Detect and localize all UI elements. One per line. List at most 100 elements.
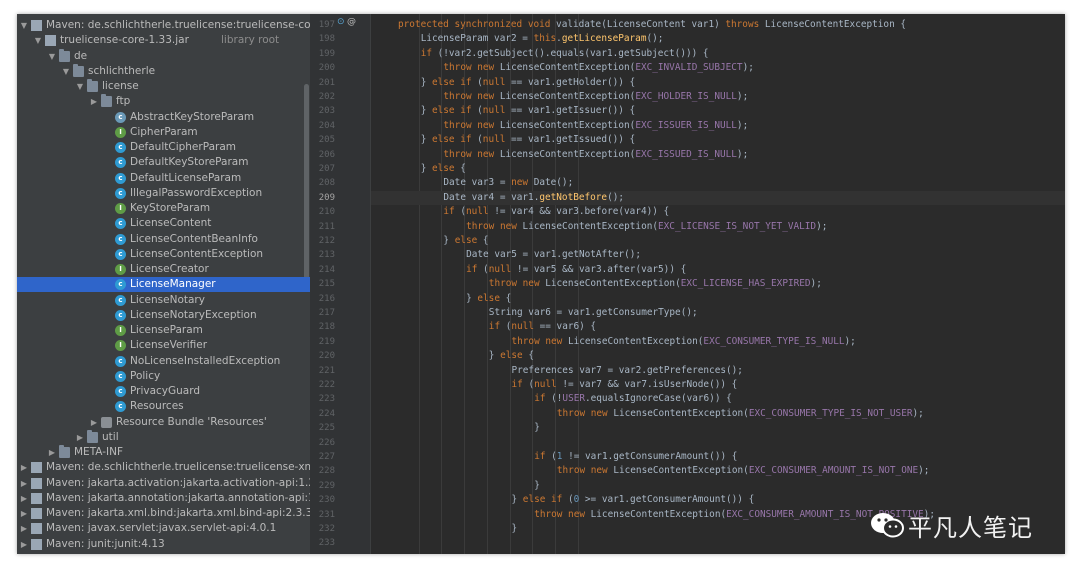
code-line[interactable]: throw new LicenseContentException(EXC_IS… bbox=[443, 119, 748, 133]
tree-item[interactable]: ▶ Maven: javax.servlet:javax.servlet-api:… bbox=[17, 521, 310, 536]
tree-item[interactable]: c Resources bbox=[17, 399, 310, 414]
tree-item[interactable]: ▶ ftp bbox=[17, 94, 310, 109]
tree-item[interactable]: I LicenseCreator bbox=[17, 262, 310, 277]
code-line[interactable]: if (null != var4 && var3.before(var4)) { bbox=[443, 205, 669, 219]
code-line[interactable]: } else { bbox=[466, 292, 511, 306]
tree-item[interactable]: c DefaultKeyStoreParam bbox=[17, 155, 310, 170]
tree-item[interactable]: c LicenseNotary bbox=[17, 293, 310, 308]
tree-item[interactable]: ▶ Maven: jakarta.annotation:jakarta.annot… bbox=[17, 491, 310, 506]
tree-item[interactable]: c DefaultLicenseParam bbox=[17, 171, 310, 186]
tree-item[interactable]: c NoLicenseInstalledException bbox=[17, 354, 310, 369]
tree-item[interactable]: ▶ Maven: de.schlichtherle.truelicense:tru… bbox=[17, 460, 310, 475]
code-line[interactable]: throw new LicenseContentException(EXC_IS… bbox=[443, 148, 748, 162]
tree-item[interactable]: I CipherParam bbox=[17, 125, 310, 140]
code-token: LicenseContentException( bbox=[499, 119, 636, 131]
code-token: EXC_CONSUMER_TYPE_IS_NULL bbox=[703, 335, 845, 347]
tree-item[interactable]: ▶ Resource Bundle 'Resources' bbox=[17, 415, 310, 430]
code-line[interactable]: Date var3 = new Date(); bbox=[443, 176, 573, 190]
tree-item[interactable]: I KeyStoreParam bbox=[17, 201, 310, 216]
tree-item-label: DefaultCipherParam bbox=[130, 141, 236, 153]
code-line[interactable]: throw new LicenseContentException(EXC_LI… bbox=[466, 220, 827, 234]
code-line[interactable]: } else if (null == var1.getHolder()) { bbox=[421, 76, 636, 90]
code-line[interactable]: throw new LicenseContentException(EXC_IN… bbox=[443, 61, 753, 75]
tree-item[interactable]: ▶ Maven: jakarta.xml.bind:jakarta.xml.bin… bbox=[17, 506, 310, 521]
tree-item[interactable]: c DefaultCipherParam bbox=[17, 140, 310, 155]
collapse-arrow-icon[interactable]: ▶ bbox=[19, 537, 29, 552]
code-line[interactable]: throw new LicenseContentException(EXC_CO… bbox=[557, 407, 924, 421]
tree-item[interactable]: ▼ truelicense-core-1.33.jar library root bbox=[17, 33, 310, 48]
code-line[interactable]: } bbox=[534, 479, 540, 493]
expand-arrow-icon[interactable]: ▼ bbox=[19, 18, 29, 33]
tree-item-label: PrivacyGuard bbox=[130, 385, 201, 397]
code-line[interactable]: throw new LicenseContentException(EXC_CO… bbox=[512, 335, 856, 349]
collapse-arrow-icon[interactable]: ▶ bbox=[19, 521, 29, 536]
code-token: if bbox=[466, 263, 484, 275]
code-editor[interactable]: protected synchronized void validate(Lic… bbox=[371, 14, 1065, 554]
tree-item[interactable]: c LicenseContentException bbox=[17, 247, 310, 262]
code-line[interactable]: if (null != var5 && var3.after(var5)) { bbox=[466, 263, 686, 277]
tree-item-label: LicenseManager bbox=[130, 278, 216, 291]
code-line[interactable]: if (1 != var1.getConsumerAmount()) { bbox=[534, 450, 737, 464]
tree-item[interactable]: ▼ Maven: de.schlichtherle.truelicense:tru… bbox=[17, 18, 310, 33]
code-line[interactable]: if (!USER.equalsIgnoreCase(var6)) { bbox=[534, 392, 732, 406]
code-line[interactable]: Preferences var7 = var2.getPreferences()… bbox=[512, 364, 743, 378]
tree-item[interactable]: I LicenseParam bbox=[17, 323, 310, 338]
expand-arrow-icon[interactable]: ▼ bbox=[75, 79, 85, 94]
tree-item[interactable]: c Policy bbox=[17, 369, 310, 384]
tree-item[interactable]: ▶ Maven: jakarta.activation:jakarta.activ… bbox=[17, 476, 310, 491]
tree-item[interactable]: c LicenseContent bbox=[17, 216, 310, 231]
code-line[interactable]: LicenseParam var2 = this.getLicenseParam… bbox=[421, 32, 664, 46]
collapse-arrow-icon[interactable]: ▶ bbox=[75, 430, 85, 445]
code-line[interactable]: if (null != var7 && var7.isUserNode()) { bbox=[512, 378, 738, 392]
code-line[interactable]: throw new LicenseContentException(EXC_HO… bbox=[443, 90, 748, 104]
code-line[interactable]: } else { bbox=[489, 349, 534, 363]
tree-item[interactable]: c LicenseNotaryException bbox=[17, 308, 310, 323]
code-line[interactable]: } bbox=[534, 421, 540, 435]
tree-item[interactable]: ▼ de bbox=[17, 48, 310, 64]
code-line[interactable]: throw new LicenseContentException(EXC_LI… bbox=[489, 277, 822, 291]
collapse-arrow-icon[interactable]: ▶ bbox=[19, 506, 29, 521]
code-line[interactable]: } bbox=[512, 522, 518, 536]
class-icon: c bbox=[115, 157, 126, 169]
tree-item[interactable]: ▼ license bbox=[17, 79, 310, 94]
code-line[interactable]: } else { bbox=[443, 234, 488, 248]
tree-item-label: de bbox=[74, 49, 88, 62]
code-line[interactable]: String var6 = var1.getConsumerType(); bbox=[489, 306, 698, 320]
code-line[interactable]: if (null == var6) { bbox=[489, 320, 596, 334]
code-token: throws bbox=[725, 19, 765, 30]
override-icon[interactable]: ⊙ bbox=[337, 17, 345, 27]
code-line[interactable]: throw new LicenseContentException(EXC_CO… bbox=[557, 464, 930, 478]
collapse-arrow-icon[interactable]: ▶ bbox=[89, 94, 99, 109]
tree-item[interactable]: ▼ schlichtherle bbox=[17, 63, 310, 79]
tree-item[interactable]: ▶ Maven: junit:junit:4.13 bbox=[17, 537, 310, 552]
tree-item-label: LicenseContentBeanInfo bbox=[130, 232, 258, 245]
tree-item-label: DefaultKeyStoreParam bbox=[130, 156, 249, 169]
code-line[interactable]: } else { bbox=[421, 162, 466, 176]
code-token: if bbox=[443, 206, 461, 218]
code-line[interactable]: } else if (0 >= var1.getConsumerAmount()… bbox=[512, 493, 755, 507]
expand-arrow-icon[interactable]: ▼ bbox=[47, 49, 57, 64]
code-line[interactable]: } else if (null == var1.getIssued()) { bbox=[421, 133, 636, 147]
expand-arrow-icon[interactable]: ▼ bbox=[61, 64, 71, 79]
collapse-arrow-icon[interactable]: ▶ bbox=[47, 445, 57, 460]
code-line[interactable]: protected synchronized void validate(Lic… bbox=[398, 18, 906, 32]
tree-item[interactable]: I LicenseVerifier bbox=[17, 338, 310, 353]
tree-item[interactable]: ▶ META-INF bbox=[17, 445, 310, 460]
tree-item[interactable]: c IllegalPasswordException bbox=[17, 186, 310, 201]
expand-arrow-icon[interactable]: ▼ bbox=[33, 33, 43, 48]
code-line[interactable]: if (!var2.getSubject().equals(var1.getSu… bbox=[421, 47, 709, 61]
collapse-arrow-icon[interactable]: ▶ bbox=[19, 491, 29, 506]
jar-icon bbox=[45, 35, 56, 47]
collapse-arrow-icon[interactable]: ▶ bbox=[19, 476, 29, 491]
collapse-arrow-icon[interactable]: ▶ bbox=[19, 460, 29, 475]
collapse-arrow-icon[interactable]: ▶ bbox=[89, 415, 99, 430]
code-token: null bbox=[482, 134, 512, 146]
tree-item[interactable]: c PrivacyGuard bbox=[17, 384, 310, 399]
tree-item[interactable]: c LicenseContentBeanInfo bbox=[17, 232, 310, 247]
tree-item[interactable]: c LicenseManager bbox=[17, 277, 310, 293]
code-line[interactable]: Date var5 = var1.getNotAfter(); bbox=[466, 248, 641, 262]
tree-item[interactable]: ▶ util bbox=[17, 429, 310, 445]
tree-item[interactable]: c AbstractKeyStoreParam bbox=[17, 110, 310, 125]
code-line[interactable]: Date var4 = var1.getNotBefore(); bbox=[443, 191, 624, 205]
code-line[interactable]: } else if (null == var1.getIssuer()) { bbox=[421, 104, 636, 118]
